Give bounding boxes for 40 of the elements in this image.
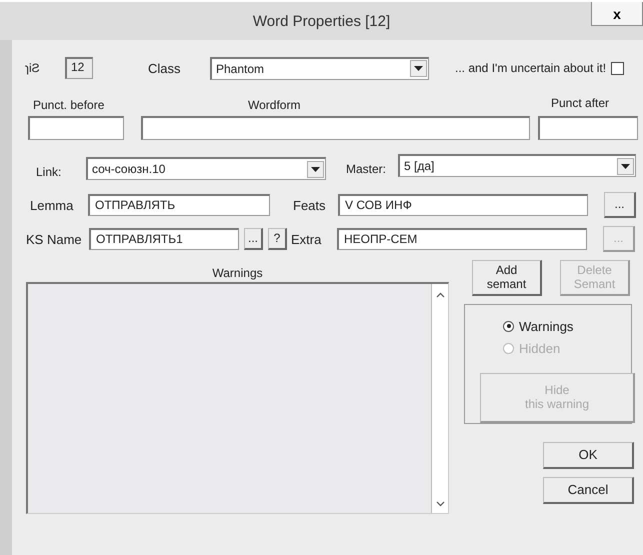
field-label: Feats — [293, 198, 327, 212]
field-label: Punct. before — [33, 98, 106, 112]
scrollbar[interactable] — [431, 284, 448, 513]
extra-field[interactable]: НЕОПР-СЕМ — [337, 228, 587, 250]
field-label: Extra — [291, 232, 322, 246]
browse-button[interactable]: ... — [604, 192, 636, 218]
ok-button[interactable]: OK — [543, 442, 634, 469]
punct-after-field[interactable] — [538, 116, 638, 140]
feats-field[interactable]: V СОВ ИНФ — [338, 194, 588, 216]
dropdown-arrow-icon — [414, 66, 423, 71]
punct-before-field[interactable] — [28, 116, 124, 140]
field-label: Class — [148, 60, 182, 76]
radio-option[interactable]: Warnings — [503, 315, 631, 337]
field-label: Master: — [346, 162, 388, 176]
list-label: Warnings — [212, 266, 263, 280]
dropdown-arrow-icon — [621, 164, 630, 168]
field-label: Lemma — [30, 198, 74, 212]
browse-button[interactable]: ... — [244, 228, 263, 250]
field-label: Link: — [36, 164, 62, 178]
class-dropdown[interactable]: Phantom — [210, 56, 429, 80]
field-label: Punct after — [551, 96, 610, 110]
link-dropdown[interactable]: соч-союзн.10 — [86, 157, 326, 180]
checkbox-label: ... and I'm uncertain about it! — [455, 61, 606, 75]
wordform-field[interactable] — [141, 116, 530, 140]
scroll-down-icon — [436, 501, 444, 507]
window-title: Word Properties [12] — [252, 12, 390, 30]
master-dropdown[interactable]: 5 [да] — [398, 154, 636, 177]
dropdown-arrow-icon — [311, 166, 320, 172]
uncertain-checkbox[interactable] — [611, 62, 624, 74]
ks-name-field[interactable]: ОТПРАВЛЯТЬ1 — [89, 228, 239, 250]
field-label: ɿiƧ — [25, 61, 41, 75]
add-semant-button[interactable]: Add semant — [472, 260, 542, 296]
lemma-field[interactable]: ОТПРАВЛЯТЬ — [88, 194, 270, 216]
field-label: Wordform — [248, 98, 302, 112]
cancel-button[interactable]: Cancel — [543, 477, 634, 504]
number-field[interactable]: 12 — [65, 57, 93, 79]
help-button[interactable]: ? — [268, 228, 287, 250]
close-button[interactable]: x — [591, 2, 643, 26]
field-label: KS Name — [26, 232, 83, 246]
scroll-up-icon — [436, 292, 444, 298]
